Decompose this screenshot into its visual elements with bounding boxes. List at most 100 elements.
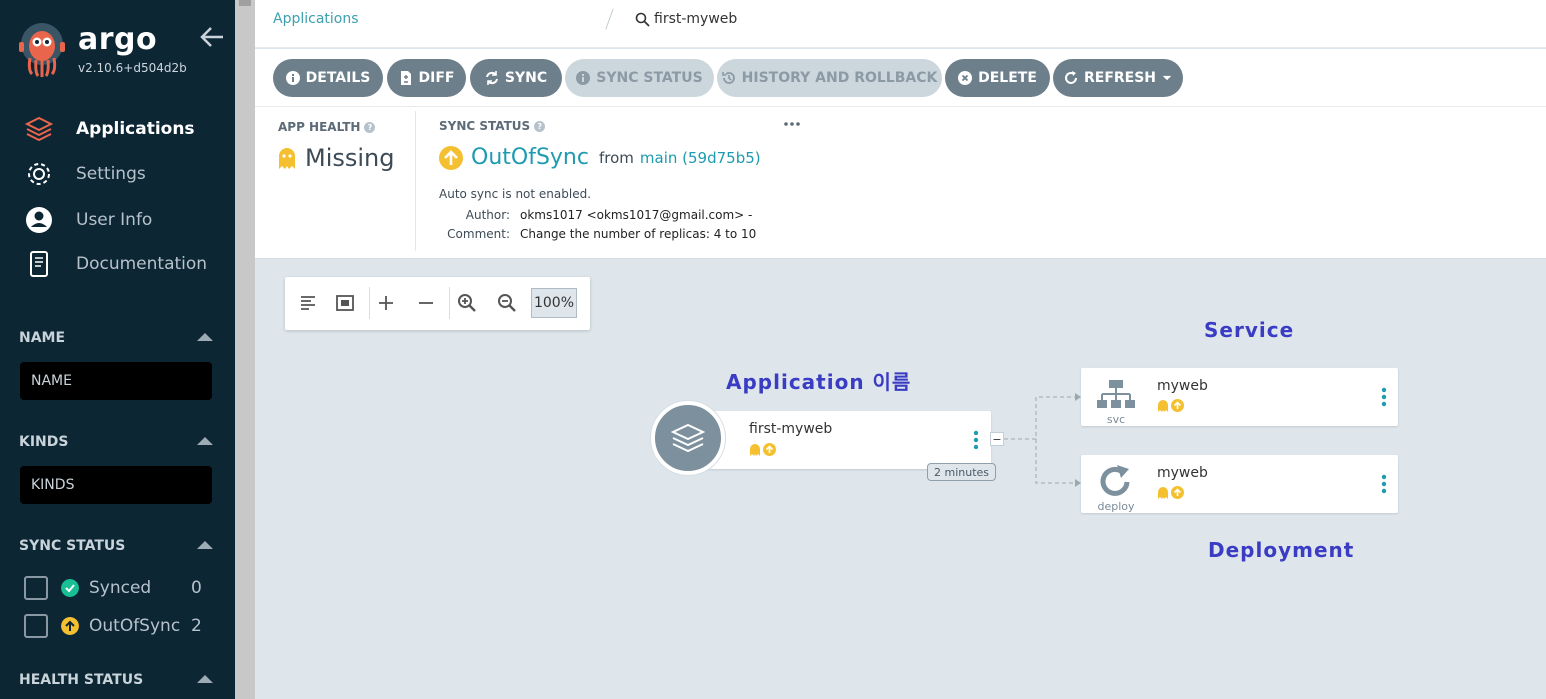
- app-health-title: APP HEALTH ?: [278, 120, 376, 134]
- auto-sync-text: Auto sync is not enabled.: [439, 187, 592, 201]
- app-age-badge: 2 minutes: [927, 463, 997, 481]
- kinds-filter-input[interactable]: [20, 466, 212, 504]
- caret-up-icon[interactable]: [197, 333, 213, 341]
- caret-down-icon: [1162, 75, 1172, 81]
- caret-up-icon[interactable]: [197, 541, 213, 549]
- question-icon[interactable]: ?: [534, 120, 546, 132]
- ghost-icon: [279, 148, 295, 169]
- info-icon: [576, 71, 591, 85]
- details-label: DETAILS: [305, 70, 371, 86]
- nav-applications-label: Applications: [76, 119, 195, 139]
- scrollbar[interactable]: [235, 0, 255, 699]
- breadcrumb-applications-link[interactable]: Applications: [273, 11, 359, 27]
- main-content: Applications first-myweb DETAILS DIFF SY…: [255, 0, 1546, 699]
- more-vertical-icon[interactable]: [972, 429, 980, 451]
- caret-up-icon[interactable]: [197, 675, 213, 683]
- diff-label: DIFF: [418, 70, 455, 86]
- breadcrumb: Applications first-myweb: [255, 0, 1546, 48]
- layers-icon: [24, 116, 54, 142]
- ghost-icon: [1158, 487, 1168, 499]
- sync-status-label: SYNC STATUS: [596, 70, 703, 86]
- sync-status-title-text: SYNC STATUS: [439, 119, 531, 133]
- version-label: v2.10.6+d504d2b: [78, 61, 187, 75]
- author-value: okms1017 <okms1017@gmail.com> -: [520, 208, 753, 222]
- sync-status-row: OutOfSync from main (59d75b5): [439, 145, 761, 170]
- info-icon: [285, 71, 300, 85]
- refresh-button[interactable]: REFRESH: [1053, 59, 1183, 97]
- book-icon: [30, 251, 48, 277]
- nav-settings[interactable]: Settings: [24, 159, 146, 189]
- sync-filter-synced[interactable]: Synced 0: [24, 576, 202, 600]
- nav-settings-label: Settings: [76, 164, 146, 184]
- question-icon[interactable]: ?: [364, 121, 376, 133]
- history-rollback-button[interactable]: HISTORY AND ROLLBACK: [717, 59, 942, 97]
- check-circle-icon: [61, 579, 79, 597]
- health-status-text: Missing: [305, 144, 395, 172]
- synced-count: 0: [191, 578, 202, 598]
- synced-checkbox[interactable]: [24, 576, 48, 600]
- panel-divider: [415, 111, 416, 251]
- sync-revision-link[interactable]: main (59d75b5): [640, 149, 761, 167]
- delete-button[interactable]: DELETE: [945, 59, 1050, 97]
- search-icon[interactable]: [635, 12, 650, 27]
- deployment-node-name: myweb: [1157, 465, 1208, 481]
- argo-logo-icon: [19, 23, 65, 77]
- sidebar: argo v2.10.6+d504d2b Applications Settin…: [0, 0, 235, 699]
- diff-button[interactable]: DIFF: [387, 59, 466, 97]
- arrow-up-circle-icon: [61, 617, 79, 635]
- breadcrumb-separator: [605, 8, 614, 30]
- sync-from-label: from: [598, 148, 634, 167]
- sync-button[interactable]: SYNC: [470, 59, 562, 97]
- ghost-icon: [750, 444, 760, 456]
- comment-label: Comment:: [447, 227, 510, 241]
- filter-name-title: NAME: [19, 330, 66, 346]
- filter-kinds-title: KINDS: [19, 434, 69, 450]
- nav-documentation-label: Documentation: [76, 254, 208, 274]
- sync-status-value: OutOfSync: [471, 145, 589, 170]
- gear-icon: [28, 163, 50, 185]
- app-health-title-text: APP HEALTH: [278, 120, 361, 134]
- nav-applications[interactable]: Applications: [24, 114, 195, 144]
- deployment-node-status: [1157, 486, 1184, 499]
- delete-label: DELETE: [978, 70, 1037, 86]
- refresh-icon: [1064, 71, 1077, 84]
- details-button[interactable]: DETAILS: [273, 59, 383, 97]
- outofsync-label: OutOfSync: [89, 616, 181, 636]
- deployment-node-kind: deploy: [1097, 500, 1135, 513]
- ghost-icon: [1158, 400, 1168, 412]
- service-node[interactable]: svc myweb: [1081, 368, 1398, 426]
- more-vertical-icon[interactable]: [1380, 386, 1388, 408]
- arrow-up-circle-icon: [1171, 399, 1184, 412]
- author-label: Author:: [465, 208, 510, 222]
- outofsync-checkbox[interactable]: [24, 614, 48, 638]
- filter-health-title: HEALTH STATUS: [19, 672, 144, 688]
- app-node-name: first-myweb: [749, 421, 833, 437]
- user-icon: [26, 207, 52, 233]
- sync-filter-outofsync[interactable]: OutOfSync 2: [24, 614, 202, 638]
- comment-value: Change the number of replicas: 4 to 10: [520, 227, 757, 241]
- network-tree-icon: [1097, 380, 1135, 408]
- brand-name: argo: [78, 22, 158, 57]
- scrollbar-thumb[interactable]: [239, 0, 251, 6]
- app-node[interactable]: first-myweb: [685, 411, 991, 469]
- name-filter-input[interactable]: [20, 362, 212, 400]
- arrow-left-icon[interactable]: [199, 25, 225, 49]
- close-circle-icon: [958, 71, 973, 85]
- layers-icon: [670, 423, 706, 453]
- nav-documentation[interactable]: Documentation: [24, 249, 207, 279]
- more-horizontal-icon[interactable]: [783, 117, 801, 131]
- arrow-up-circle-icon: [1171, 486, 1184, 499]
- app-node-icon[interactable]: [651, 401, 725, 475]
- file-diff-icon: [400, 71, 411, 85]
- arrow-up-circle-icon: [763, 443, 776, 456]
- refresh-label: REFRESH: [1083, 70, 1157, 86]
- app-node-status: [749, 443, 776, 456]
- service-node-status: [1157, 399, 1184, 412]
- minus-icon[interactable]: −: [990, 432, 1004, 446]
- sync-status-button[interactable]: SYNC STATUS: [565, 59, 714, 97]
- caret-up-icon[interactable]: [197, 437, 213, 445]
- more-vertical-icon[interactable]: [1380, 473, 1388, 495]
- history-icon: [721, 72, 735, 84]
- deployment-node[interactable]: deploy myweb: [1081, 455, 1398, 513]
- nav-user-info[interactable]: User Info: [24, 205, 152, 235]
